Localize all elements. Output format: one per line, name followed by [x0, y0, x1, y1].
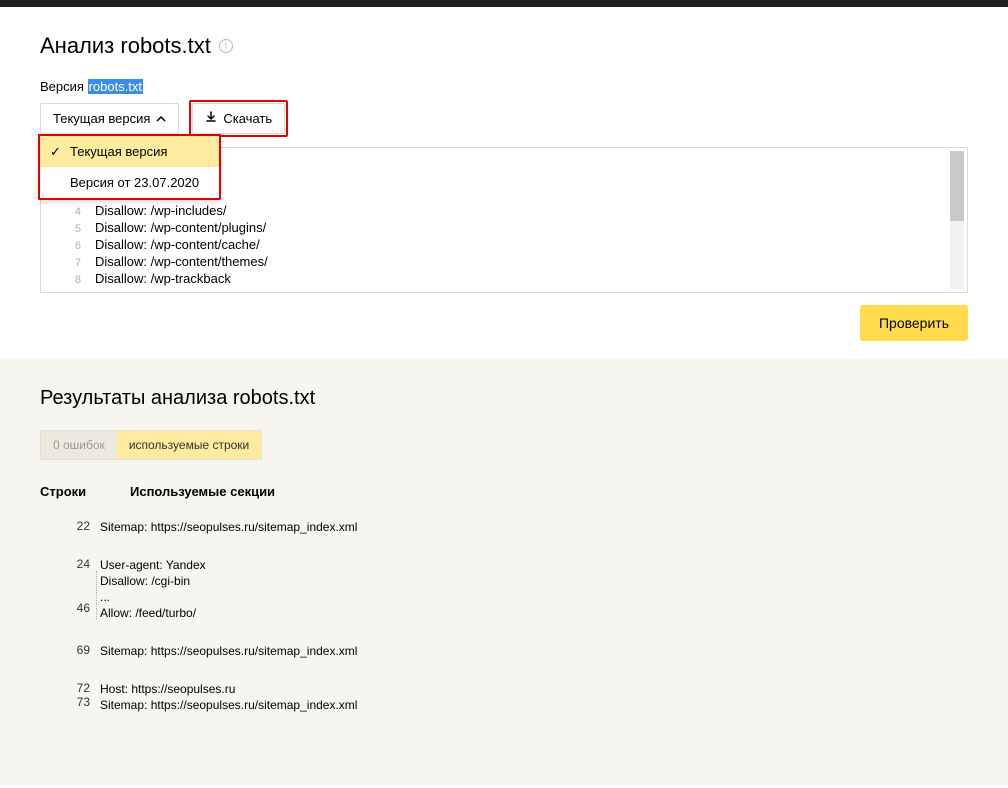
result-row: 22 Sitemap: https://seopulses.ru/sitemap… — [40, 519, 968, 535]
result-line: 72 73 — [40, 681, 100, 713]
version-label: Версия robots.txt — [40, 79, 968, 94]
version-option-dated[interactable]: Версия от 23.07.2020 — [40, 167, 219, 198]
check-row: Проверить — [40, 305, 968, 341]
line-number: 6 — [41, 240, 95, 252]
result-content: Sitemap: https://seopulses.ru/sitemap_in… — [100, 643, 357, 659]
result-line: 69 — [40, 643, 100, 659]
toolbar: Текущая версия Скачать Текущая версия Ве… — [40, 100, 968, 137]
version-option-label: Версия от 23.07.2020 — [70, 175, 199, 190]
code-line: 5 Disallow: /wp-content/plugins/ — [41, 220, 967, 237]
top-bar — [0, 0, 1008, 7]
code-text: Disallow: /wp-content/cache/ — [95, 237, 967, 252]
code-line: 8 Disallow: /wp-trackback — [41, 271, 967, 288]
result-row: 72 73 Host: https://seopulses.ru Sitemap… — [40, 681, 968, 713]
result-row: 24 46 User-agent: Yandex Disallow: /cgi-… — [40, 557, 968, 621]
result-line: 22 — [40, 519, 100, 535]
result-content: Host: https://seopulses.ru Sitemap: http… — [100, 681, 357, 713]
version-selector-label: Текущая версия — [53, 111, 150, 126]
line-number: 4 — [41, 206, 95, 218]
check-button[interactable]: Проверить — [860, 305, 968, 341]
tab-used-lines[interactable]: используемые строки — [117, 431, 261, 459]
line-number: 7 — [41, 257, 95, 269]
version-dropdown: Текущая версия Версия от 23.07.2020 — [38, 136, 221, 200]
scrollbar[interactable] — [950, 151, 964, 289]
version-label-prefix: Версия — [40, 79, 84, 94]
line-number: 8 — [41, 274, 95, 286]
result-content: User-agent: Yandex Disallow: /cgi-bin ..… — [100, 557, 206, 621]
col-sections-header: Используемые секции — [130, 484, 968, 499]
code-line: 4 Disallow: /wp-includes/ — [41, 203, 967, 220]
tab-used-label: используемые строки — [129, 438, 249, 452]
tab-errors[interactable]: 0 ошибок — [41, 431, 117, 459]
result-content: Sitemap: https://seopulses.ru/sitemap_in… — [100, 519, 357, 535]
version-option-current[interactable]: Текущая версия — [40, 136, 219, 167]
page-body: Анализ robots.txt i Версия robots.txt Те… — [0, 7, 1008, 785]
chevron-up-icon — [156, 111, 166, 126]
download-label: Скачать — [223, 111, 272, 126]
results-title: Результаты анализа robots.txt — [40, 387, 968, 410]
version-option-label: Текущая версия — [70, 144, 167, 159]
scroll-thumb[interactable] — [950, 151, 964, 221]
version-selector[interactable]: Текущая версия — [40, 103, 179, 134]
info-icon[interactable]: i — [219, 39, 233, 53]
code-text: Disallow: /wp-includes/ — [95, 203, 967, 218]
code-text: Disallow: /wp-trackback — [95, 271, 967, 286]
download-button[interactable]: Скачать — [192, 103, 285, 134]
result-line: 24 46 — [40, 557, 100, 621]
download-icon — [205, 111, 217, 126]
results-section: Результаты анализа robots.txt 0 ошибок и… — [0, 359, 1008, 785]
version-filename: robots.txt — [88, 79, 143, 94]
col-lines-header: Строки — [40, 484, 100, 499]
page-title: Анализ robots.txt i — [40, 33, 968, 59]
code-text: Disallow: /wp-content/plugins/ — [95, 220, 967, 235]
code-line: 6 Disallow: /wp-content/cache/ — [41, 237, 967, 254]
code-text: Disallow: /wp-content/themes/ — [95, 254, 967, 269]
results-tabs: 0 ошибок используемые строки — [40, 430, 262, 460]
code-line: 7 Disallow: /wp-content/themes/ — [41, 254, 967, 271]
page-title-text: Анализ robots.txt — [40, 33, 211, 59]
result-row: 69 Sitemap: https://seopulses.ru/sitemap… — [40, 643, 968, 659]
check-button-label: Проверить — [879, 315, 949, 331]
tab-errors-label: 0 ошибок — [53, 438, 105, 452]
line-number: 5 — [41, 223, 95, 235]
download-highlight: Скачать — [189, 100, 288, 137]
results-header: Строки Используемые секции — [40, 484, 968, 499]
